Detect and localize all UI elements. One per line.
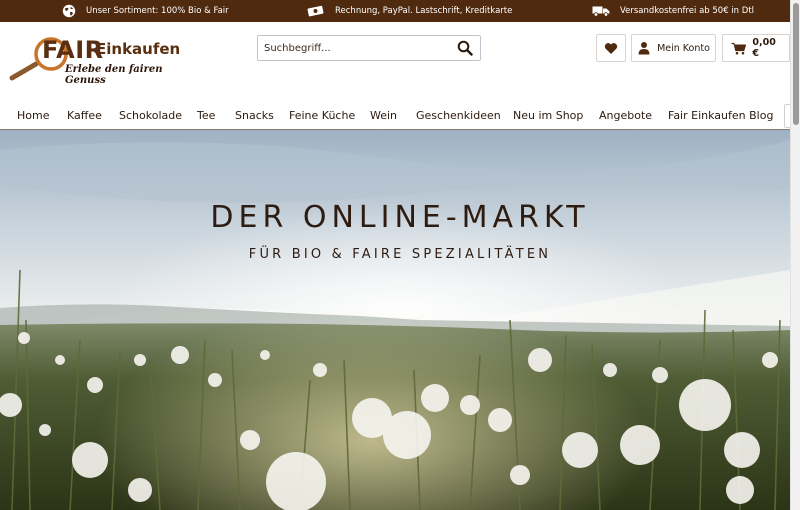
hero-banner[interactable]: DER ONLINE-MARKT FÜR BIO & FAIRE SPEZIAL…: [0, 130, 790, 510]
cart-icon: [731, 42, 747, 54]
info-shipping: Versandkostenfrei ab 50€ in Dtl: [592, 0, 754, 22]
logo-tagline: Erlebe den fairen Genuss: [65, 64, 163, 86]
hero-image: [0, 130, 790, 510]
heart-icon: [604, 42, 618, 54]
top-info-bar: Unser Sortiment: 100% Bio & Fair Rechnun…: [0, 0, 790, 22]
nav-item-neu-im-shop[interactable]: Neu im Shop: [513, 109, 583, 122]
hero-subtitle: FÜR BIO & FAIRE SPEZIALITÄTEN: [248, 247, 552, 262]
account-label: Mein Konto: [657, 42, 710, 54]
nav-item-angebote[interactable]: Angebote: [599, 109, 652, 122]
cart-button[interactable]: 0,00 €: [722, 34, 790, 62]
info-assortment-text: Unser Sortiment: 100% Bio & Fair: [86, 6, 229, 16]
main-navigation: Home Kaffee Schokolade Tee Snacks Feine …: [0, 104, 792, 130]
search-box: Suchbegriff...: [257, 35, 481, 61]
search-input[interactable]: Suchbegriff...: [258, 43, 450, 54]
nav-item-kaffee[interactable]: Kaffee: [67, 109, 102, 122]
logo-fair: FAIR: [42, 36, 104, 64]
globe-icon: [62, 4, 76, 18]
logo-einkaufen: Einkaufen: [96, 40, 181, 58]
info-payment-text: Rechnung, PayPal. Lastschrift, Kreditkar…: [335, 6, 513, 16]
page-scrollbar[interactable]: [790, 0, 800, 510]
nav-item-geschenkideen[interactable]: Geschenkideen: [416, 109, 501, 122]
nav-item-wein[interactable]: Wein: [370, 109, 397, 122]
nav-item-blog[interactable]: Fair Einkaufen Blog: [668, 109, 773, 122]
logo[interactable]: FAIR Einkaufen Erlebe den fairen Genuss: [8, 34, 188, 86]
nav-item-feine-kueche[interactable]: Feine Küche: [289, 109, 355, 122]
nav-item-tee[interactable]: Tee: [197, 109, 215, 122]
scrollbar-thumb[interactable]: [793, 3, 799, 125]
cart-total: 0,00 €: [752, 37, 776, 59]
nav-item-snacks[interactable]: Snacks: [235, 109, 274, 122]
wishlist-button[interactable]: [596, 34, 626, 62]
user-icon: [638, 42, 650, 55]
search-button[interactable]: [450, 36, 480, 60]
info-payment: Rechnung, PayPal. Lastschrift, Kreditkar…: [307, 0, 512, 22]
money-icon: [307, 5, 324, 17]
truck-icon: [592, 6, 610, 17]
info-assortment: Unser Sortiment: 100% Bio & Fair: [62, 0, 229, 22]
hero-title: DER ONLINE-MARKT: [210, 200, 590, 235]
nav-item-home[interactable]: Home: [17, 109, 49, 122]
nav-item-schokolade[interactable]: Schokolade: [119, 109, 182, 122]
search-icon: [457, 40, 473, 56]
info-shipping-text: Versandkostenfrei ab 50€ in Dtl: [620, 6, 755, 16]
account-button[interactable]: Mein Konto: [631, 34, 716, 62]
